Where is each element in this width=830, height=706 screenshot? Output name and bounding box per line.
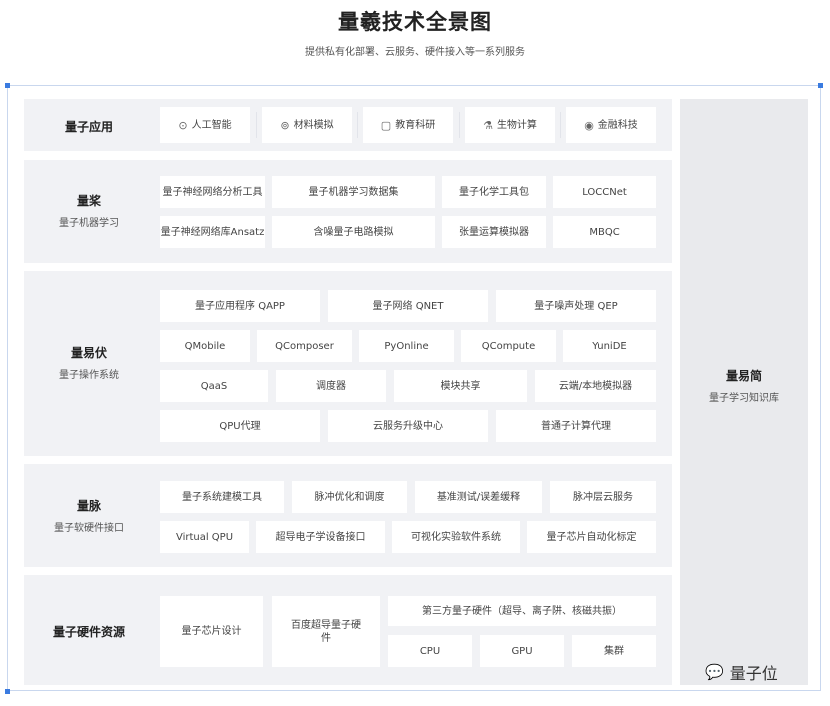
pulse-item[interactable]: Virtual QPU — [160, 521, 249, 553]
paddle-item[interactable]: 含噪量子电路模拟 — [272, 216, 435, 248]
row-title: 量桨 — [76, 194, 101, 208]
hardware-compute-item[interactable]: CPU — [388, 635, 472, 667]
row-label: 量子硬件资源 — [24, 623, 154, 640]
separator — [357, 112, 358, 138]
row-subtitle: 量子机器学习 — [59, 218, 119, 229]
wechat-icon: 💬 — [705, 663, 724, 681]
watermark: 💬 量子位 — [705, 660, 778, 684]
pulse-item[interactable]: 脉冲层云服务 — [550, 481, 656, 513]
os-item[interactable]: 云端/本地模拟器 — [535, 370, 656, 402]
os-item[interactable]: YuniDE — [563, 330, 656, 362]
pulse-item[interactable]: 基准测试/误差缓释 — [415, 481, 542, 513]
pulse-item[interactable]: 量子系统建模工具 — [160, 481, 284, 513]
pulse-item[interactable]: 超导电子学设备接口 — [256, 521, 385, 553]
app-item-label: 人工智能 — [191, 119, 232, 131]
row-title: 量易伏 — [70, 346, 107, 360]
side-subtitle: 量子学习知识库 — [709, 393, 779, 404]
os-item[interactable]: QPU代理 — [160, 410, 320, 442]
pulse-item[interactable]: 可视化实验软件系统 — [392, 521, 520, 553]
separator — [256, 112, 257, 138]
resize-handle-top-right[interactable] — [818, 83, 823, 88]
os-item[interactable]: QComposer — [257, 330, 352, 362]
page-title: 量羲技术全景图 — [338, 10, 492, 34]
os-item[interactable]: QCompute — [461, 330, 556, 362]
resize-handle-top-left[interactable] — [5, 83, 10, 88]
row-subtitle: 量子软硬件接口 — [54, 523, 124, 534]
finance-icon: ◉ — [584, 118, 594, 132]
separator — [560, 112, 561, 138]
hardware-third-party[interactable]: 第三方量子硬件（超导、离子阱、核磁共振） — [388, 596, 656, 626]
page-subtitle: 提供私有化部署、云服务、硬件接入等一系列服务 — [305, 47, 525, 58]
os-item[interactable]: 调度器 — [276, 370, 386, 402]
paddle-item[interactable]: 张量运算模拟器 — [442, 216, 546, 248]
os-item[interactable]: 量子噪声处理 QEP — [496, 290, 656, 322]
app-item-label: 教育科研 — [395, 119, 436, 131]
paddle-item[interactable]: 量子神经网络分析工具 — [160, 176, 265, 208]
paddle-item[interactable]: MBQC — [553, 216, 656, 248]
resize-handle-bottom-left[interactable] — [5, 689, 10, 694]
os-item[interactable]: 量子应用程序 QAPP — [160, 290, 320, 322]
hardware-baidu-superconducting[interactable]: 百度超导量子硬件 — [272, 596, 380, 667]
book-icon: ▢ — [380, 118, 392, 132]
app-item-fintech[interactable]: ◉ 金融科技 — [566, 107, 656, 143]
row-label: 量易伏 量子操作系统 — [24, 344, 154, 381]
hardware-chip-design[interactable]: 量子芯片设计 — [160, 596, 263, 667]
paddle-item[interactable]: 量子机器学习数据集 — [272, 176, 435, 208]
app-item-education[interactable]: ▢ 教育科研 — [363, 107, 453, 143]
hardware-compute-item[interactable]: 集群 — [572, 635, 656, 667]
ai-icon: ⊙ — [178, 118, 188, 132]
os-item[interactable]: QMobile — [160, 330, 250, 362]
row-title: 量子应用 — [64, 120, 113, 134]
watermark-label: 量子位 — [729, 664, 778, 683]
paddle-item[interactable]: 量子化学工具包 — [442, 176, 546, 208]
separator — [459, 112, 460, 138]
pulse-item[interactable]: 脉冲优化和调度 — [292, 481, 407, 513]
row-label: 量桨 量子机器学习 — [24, 192, 154, 229]
hardware-compute-item[interactable]: GPU — [480, 635, 564, 667]
side-label: 量易简 量子学习知识库 — [680, 367, 808, 404]
row-title: 量子硬件资源 — [52, 625, 125, 639]
row-label: 量子应用 — [24, 118, 154, 135]
paddle-item[interactable]: 量子神经网络库Ansatz — [160, 216, 265, 248]
hardware-baidu-label: 百度超导量子硬件 — [291, 619, 361, 644]
paddle-item[interactable]: LOCCNet — [553, 176, 656, 208]
app-item-label: 生物计算 — [496, 119, 537, 131]
app-item-label: 金融科技 — [597, 119, 638, 131]
os-item[interactable]: PyOnline — [359, 330, 454, 362]
pulse-item[interactable]: 量子芯片自动化标定 — [527, 521, 656, 553]
app-item-label: 材料模拟 — [293, 119, 334, 131]
app-item-biocompute[interactable]: ⚗ 生物计算 — [465, 107, 555, 143]
row-subtitle: 量子操作系统 — [59, 370, 119, 381]
os-item[interactable]: 普通子计算代理 — [496, 410, 656, 442]
app-item-ai[interactable]: ⊙ 人工智能 — [160, 107, 250, 143]
flask-icon: ⚗ — [483, 118, 493, 132]
app-item-materials[interactable]: ⊚ 材料模拟 — [262, 107, 352, 143]
row-label: 量脉 量子软硬件接口 — [24, 497, 154, 534]
os-item[interactable]: QaaS — [160, 370, 268, 402]
os-item[interactable]: 量子网络 QNET — [328, 290, 488, 322]
os-item[interactable]: 云服务升级中心 — [328, 410, 488, 442]
os-item[interactable]: 模块共享 — [394, 370, 527, 402]
row-title: 量脉 — [76, 499, 101, 513]
material-icon: ⊚ — [280, 118, 290, 132]
side-title: 量易简 — [725, 369, 762, 383]
side-column-knowledge-base[interactable]: 量易简 量子学习知识库 — [680, 99, 808, 685]
